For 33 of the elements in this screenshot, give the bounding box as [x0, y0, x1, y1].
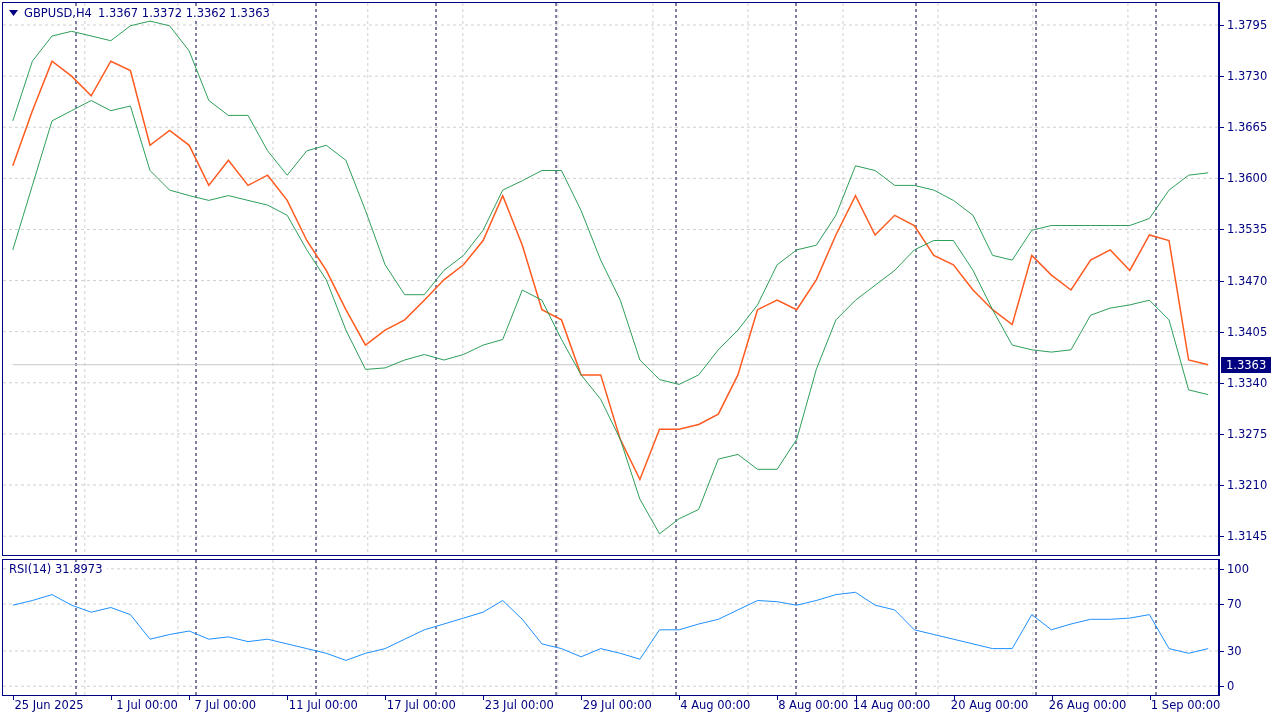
current-price-label: 1.3363 [1221, 356, 1272, 373]
date-axis-label: 29 Jul 00:00 [582, 698, 652, 712]
date-axis-label: 7 Jul 00:00 [194, 698, 257, 712]
date-axis-label: 11 Jul 00:00 [288, 698, 358, 712]
date-axis-label: 17 Jul 00:00 [386, 698, 456, 712]
date-axis-label: 25 Jun 2025 [14, 698, 84, 712]
price-axis-label: 1.3275 [1227, 426, 1268, 441]
price-axis-label: 1.3210 [1227, 478, 1268, 492]
rsi-axis-label: 100 [1227, 561, 1249, 576]
date-axis-label: 1 Sep 00:00 [1150, 698, 1221, 712]
rsi-axis-label: 0 [1227, 679, 1235, 694]
date-axis-label: 20 Aug 00:00 [950, 698, 1029, 712]
rsi-label: RSI(14) 31.8973 [9, 562, 103, 576]
date-axis-label: 8 Aug 00:00 [778, 698, 849, 712]
price-axis-label: 1.3600 [1227, 171, 1268, 186]
date-axis-label: 14 Aug 00:00 [852, 698, 931, 712]
dropdown-triangle-icon[interactable] [9, 10, 18, 16]
price-axis-label: 1.3470 [1227, 273, 1268, 288]
date-axis-label: 23 Jul 00:00 [484, 698, 554, 712]
price-axis-label: 1.3795 [1227, 18, 1268, 32]
date-axis-label: 1 Jul 00:00 [116, 698, 178, 712]
price-axis-label: 1.3340 [1227, 375, 1268, 390]
date-axis-label: 26 Aug 00:00 [1048, 698, 1127, 712]
price-axis-label: 1.3730 [1227, 69, 1268, 84]
ohlc-values: 1.3367 1.3372 1.3362 1.3363 [97, 6, 270, 20]
rsi-axis-label: 70 [1227, 597, 1242, 611]
symbol-timeframe: GBPUSD,H4 [24, 6, 92, 20]
rsi-axis-label: 30 [1227, 643, 1242, 658]
price-axis-label: 1.3665 [1227, 120, 1268, 135]
price-axis-label: 1.3145 [1227, 529, 1268, 544]
price-axis-label: 1.3405 [1227, 324, 1268, 339]
date-axis-label: 4 Aug 00:00 [680, 698, 751, 712]
price-axis-label: 1.3535 [1227, 222, 1268, 237]
